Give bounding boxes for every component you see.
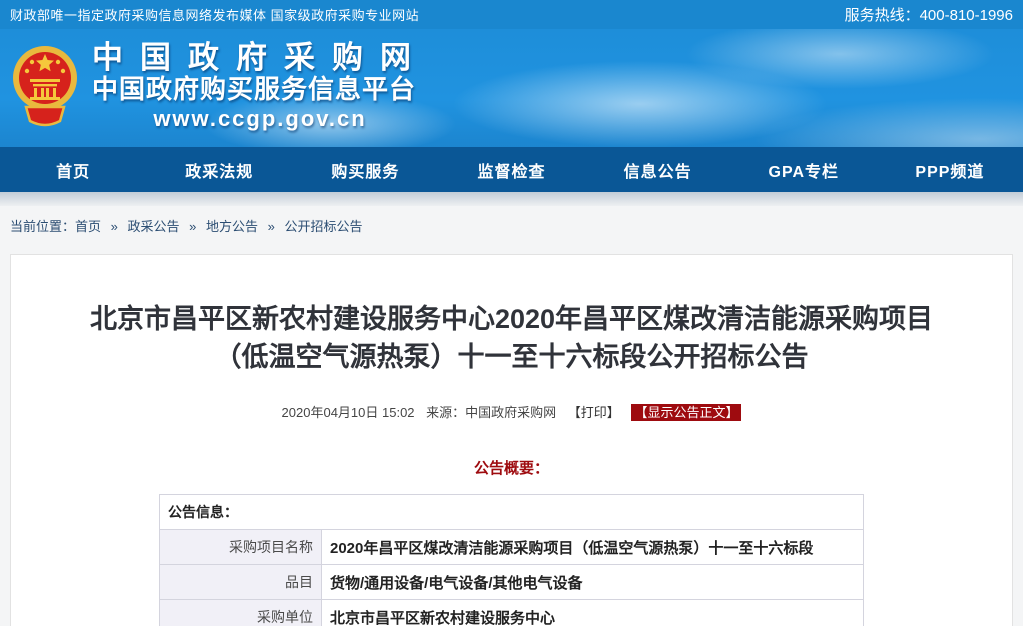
table-row: 公告信息：: [160, 495, 864, 530]
breadcrumb-home[interactable]: 首页: [75, 219, 101, 234]
site-banner: 中国政府采购网 中国政府购买服务信息平台 www.ccgp.gov.cn: [0, 29, 1023, 147]
table-section-header: 公告信息：: [160, 495, 864, 530]
article-meta: 2020年04月10日 15:02 来源：中国政府采购网 【打印】 【显示公告正…: [11, 402, 1012, 421]
table-row: 采购单位 北京市昌平区新农村建设服务中心: [160, 600, 864, 626]
nav-item-ppp[interactable]: PPP频道: [877, 158, 1023, 182]
topbar: 财政部唯一指定政府采购信息网络发布媒体 国家级政府采购专业网站 服务热线：400…: [0, 0, 1023, 29]
nav-item-regulations[interactable]: 政采法规: [146, 158, 292, 182]
platform-name: 中国政府购买服务信息平台: [92, 74, 428, 104]
site-name: 中国政府采购网: [92, 41, 428, 74]
show-full-notice-button[interactable]: 【显示公告正文】: [631, 404, 741, 421]
category-value: 货物/通用设备/电气设备/其他电气设备: [322, 565, 864, 600]
breadcrumb-local-notices[interactable]: 地方公告: [206, 219, 258, 234]
article-source: 来源：中国政府采购网: [426, 405, 556, 420]
nav-item-supervision[interactable]: 监督检查: [438, 158, 584, 182]
breadcrumb: 当前位置：首页 » 政采公告 » 地方公告 » 公开招标公告: [0, 206, 1023, 239]
category-label: 品目: [160, 565, 322, 600]
print-button[interactable]: 【打印】: [568, 405, 620, 420]
breadcrumb-separator: »: [189, 219, 196, 234]
publish-datetime: 2020年04月10日 15:02: [282, 405, 415, 420]
nav-item-purchase-services[interactable]: 购买服务: [292, 158, 438, 182]
nav-shadow: [0, 192, 1023, 206]
breadcrumb-separator: »: [111, 219, 118, 234]
summary-heading: 公告概要：: [11, 457, 1012, 478]
logo-text: 中国政府采购网 中国政府购买服务信息平台 www.ccgp.gov.cn: [92, 41, 428, 133]
table-row: 采购项目名称 2020年昌平区煤改清洁能源采购项目（低温空气源热泵）十一至十六标…: [160, 530, 864, 565]
purchasing-unit-label: 采购单位: [160, 600, 322, 626]
breadcrumb-separator: »: [268, 219, 275, 234]
service-hotline: 服务热线：400-810-1996: [845, 4, 1013, 25]
nav-item-home[interactable]: 首页: [0, 158, 146, 182]
project-name-value: 2020年昌平区煤改清洁能源采购项目（低温空气源热泵）十一至十六标段: [322, 530, 864, 565]
breadcrumb-prefix: 当前位置：: [10, 219, 75, 234]
project-name-label: 采购项目名称: [160, 530, 322, 565]
site-url: www.ccgp.gov.cn: [92, 105, 428, 132]
content-panel: 北京市昌平区新农村建设服务中心 2020年昌平区煤改清洁能源采购项目（低温空气源热…: [10, 254, 1013, 626]
site-tagline: 财政部唯一指定政府采购信息网络发布媒体 国家级政府采购专业网站: [10, 5, 419, 24]
national-emblem-icon: [12, 41, 78, 133]
purchasing-unit-value: 北京市昌平区新农村建设服务中心: [322, 600, 864, 626]
notice-summary-table: 公告信息： 采购项目名称 2020年昌平区煤改清洁能源采购项目（低温空气源热泵）…: [159, 494, 864, 626]
main-nav: 首页 政采法规 购买服务 监督检查 信息公告 GPA专栏 PPP频道: [0, 147, 1023, 192]
nav-item-announcements[interactable]: 信息公告: [585, 158, 731, 182]
breadcrumb-current-page: 公开招标公告: [285, 219, 363, 234]
page-title: 北京市昌平区新农村建设服务中心2020年昌平区煤改清洁能源采购项目（低温空气源热…: [81, 300, 942, 376]
table-row: 品目 货物/通用设备/电气设备/其他电气设备: [160, 565, 864, 600]
site-logo[interactable]: 中国政府采购网 中国政府购买服务信息平台 www.ccgp.gov.cn: [12, 41, 428, 133]
nav-item-gpa[interactable]: GPA专栏: [731, 158, 877, 182]
breadcrumb-procurement-notices[interactable]: 政采公告: [128, 219, 180, 234]
